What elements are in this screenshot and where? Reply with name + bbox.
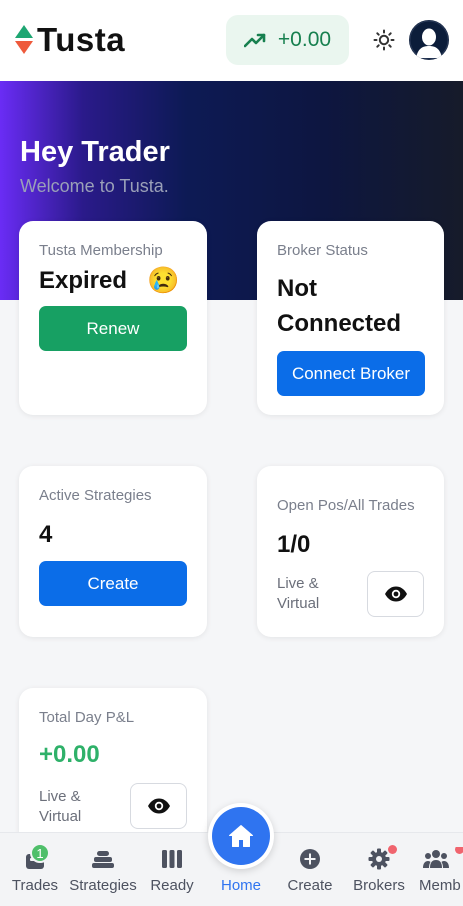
day-pnl-card: Total Day P&L +0.00 Live & Virtual bbox=[19, 688, 207, 848]
broker-status-card: Broker Status Not Connected Connect Brok… bbox=[257, 221, 444, 415]
view-day-pnl-button[interactable] bbox=[130, 783, 187, 829]
create-strategy-button[interactable]: Create bbox=[39, 561, 187, 606]
broker-status-line1: Not bbox=[277, 275, 317, 302]
nav-label-membership: Memb bbox=[419, 877, 461, 894]
nav-item-trades[interactable]: 1 Trades bbox=[0, 843, 70, 894]
tusta-logo[interactable]: Tusta bbox=[14, 22, 125, 58]
open-positions-value: 1/0 bbox=[277, 531, 311, 558]
sad-face-emoji: 😢 bbox=[147, 265, 180, 295]
membership-status: Expired bbox=[39, 267, 128, 294]
greeting-subtitle: Welcome to Tusta. bbox=[20, 176, 169, 196]
broker-status-line2: Connected bbox=[277, 310, 402, 337]
home-button[interactable] bbox=[208, 803, 274, 869]
membership-notification-dot bbox=[455, 847, 463, 854]
nav-item-strategies[interactable]: Strategies bbox=[68, 847, 138, 894]
positions-mode-line2: Virtual bbox=[277, 595, 320, 612]
greeting-title: Hey Trader bbox=[20, 136, 170, 168]
top-bar: Tusta +0.00 bbox=[0, 0, 463, 81]
home-icon bbox=[229, 825, 253, 847]
eye-icon bbox=[384, 586, 407, 602]
gear-icon bbox=[368, 848, 390, 870]
user-silhouette-icon bbox=[409, 20, 449, 60]
ready-columns-icon bbox=[162, 850, 182, 868]
plus-circle-icon bbox=[300, 849, 320, 869]
day-pnl-label: Total Day P&L bbox=[39, 709, 135, 726]
nav-label-brokers: Brokers bbox=[353, 877, 405, 894]
membership-label: Tusta Membership bbox=[39, 242, 163, 259]
eye-icon bbox=[147, 798, 170, 814]
view-positions-button[interactable] bbox=[367, 571, 424, 617]
strategies-stack-icon bbox=[92, 851, 114, 868]
pnl-summary-pill[interactable]: +0.00 bbox=[226, 15, 349, 65]
connect-broker-button[interactable]: Connect Broker bbox=[277, 351, 425, 396]
active-strategies-count: 4 bbox=[39, 521, 53, 548]
nav-label-home: Home bbox=[220, 877, 261, 894]
logo-mark-icon bbox=[14, 25, 34, 55]
theme-toggle-sun-icon[interactable] bbox=[373, 29, 395, 51]
nav-item-create[interactable]: Create bbox=[275, 847, 345, 894]
day-pnl-mode-line2: Virtual bbox=[39, 808, 82, 825]
positions-mode-line1: Live & bbox=[277, 575, 319, 592]
active-strategies-card: Active Strategies 4 Create bbox=[19, 466, 207, 637]
logo-text: Tusta bbox=[37, 21, 126, 58]
active-strategies-label: Active Strategies bbox=[39, 487, 152, 504]
trending-up-icon bbox=[243, 33, 266, 48]
nav-label-trades: Trades bbox=[11, 877, 59, 894]
nav-item-membership[interactable]: Memb bbox=[413, 847, 463, 894]
user-avatar[interactable] bbox=[409, 20, 449, 60]
nav-label-create: Create bbox=[287, 877, 333, 894]
day-pnl-mode-line1: Live & bbox=[39, 788, 81, 805]
trades-count-badge: 1 bbox=[30, 843, 50, 863]
nav-item-ready[interactable]: Ready bbox=[137, 847, 207, 894]
membership-card: Tusta Membership Expired 😢 Renew bbox=[19, 221, 207, 415]
nav-label-ready: Ready bbox=[150, 877, 194, 894]
broker-status-label: Broker Status bbox=[277, 242, 368, 259]
open-positions-card: Open Pos/All Trades 1/0 Live & Virtual bbox=[257, 466, 444, 637]
open-positions-label: Open Pos/All Trades bbox=[277, 497, 415, 514]
day-pnl-value: +0.00 bbox=[39, 741, 100, 768]
brokers-notification-dot bbox=[388, 845, 397, 854]
nav-item-brokers[interactable]: Brokers bbox=[344, 845, 414, 894]
members-group-icon bbox=[423, 850, 449, 868]
renew-button[interactable]: Renew bbox=[39, 306, 187, 351]
nav-label-strategies: Strategies bbox=[69, 877, 137, 894]
pnl-value: +0.00 bbox=[277, 28, 332, 51]
